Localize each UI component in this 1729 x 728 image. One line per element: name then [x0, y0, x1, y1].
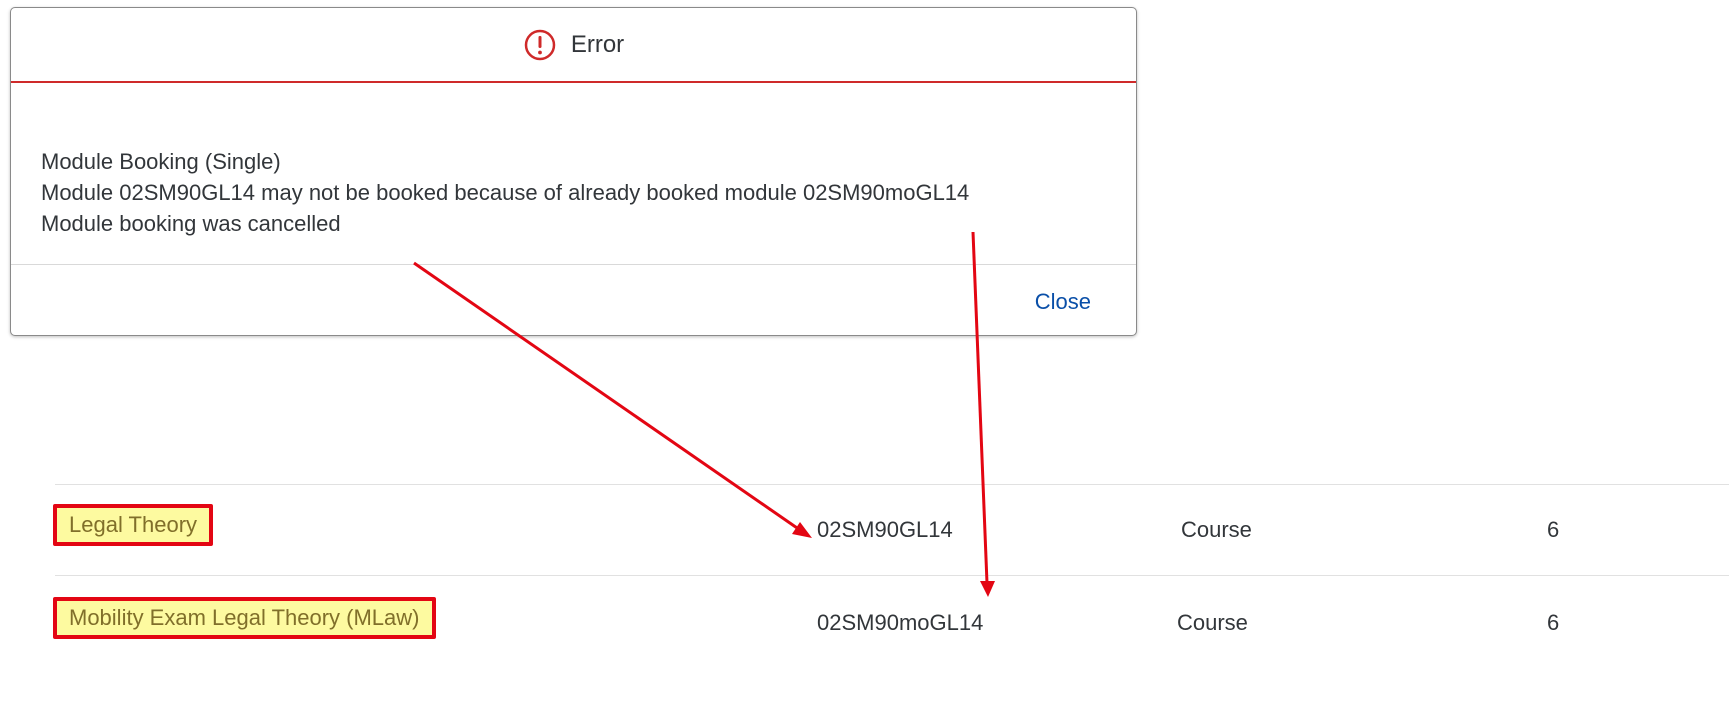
message-line-3: Module booking was cancelled	[41, 211, 341, 236]
error-circle-icon	[523, 28, 557, 62]
module-credits: 6	[1547, 517, 1560, 542]
module-type: Course	[1181, 517, 1252, 542]
error-dialog: Error Module Booking (Single) Module 02S…	[10, 7, 1137, 336]
module-code: 02SM90GL14	[817, 517, 953, 542]
dialog-message: Module Booking (Single) Module 02SM90GL1…	[41, 146, 1116, 239]
table-divider	[55, 484, 1729, 485]
message-line-1: Module Booking (Single)	[41, 149, 281, 174]
message-line-2: Module 02SM90GL14 may not be booked beca…	[41, 180, 970, 205]
dialog-header: Error	[11, 8, 1136, 83]
module-code: 02SM90moGL14	[817, 610, 984, 635]
dialog-title: Error	[570, 30, 625, 58]
table-divider	[55, 575, 1729, 576]
close-button[interactable]: Close	[1035, 289, 1091, 315]
module-name[interactable]: Mobility Exam Legal Theory (MLaw)	[53, 597, 436, 639]
module-type: Course	[1177, 610, 1248, 635]
table-row[interactable]: Legal Theory 02SM90GL14 Course 6	[0, 498, 1729, 558]
table-row[interactable]: Mobility Exam Legal Theory (MLaw) 02SM90…	[0, 591, 1729, 651]
dialog-footer: Close	[11, 264, 1136, 335]
module-credits: 6	[1547, 610, 1560, 635]
module-name[interactable]: Legal Theory	[53, 504, 214, 546]
